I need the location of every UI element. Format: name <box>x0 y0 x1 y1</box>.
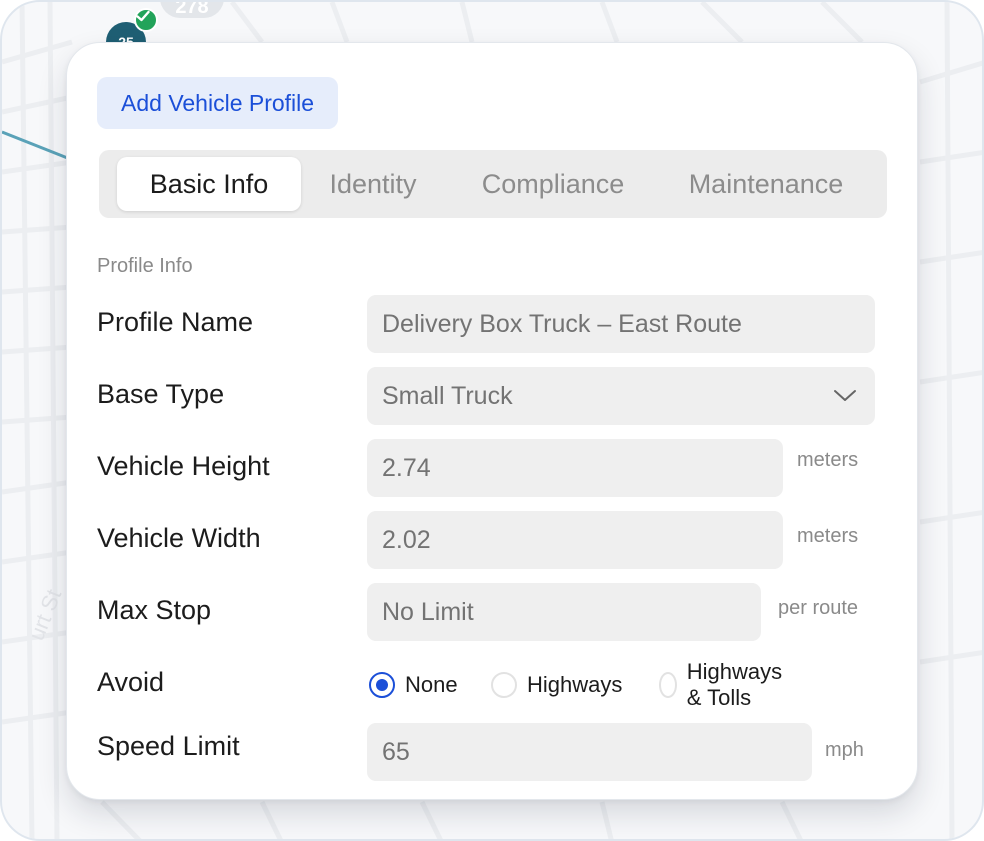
vehicle-profile-panel: Add Vehicle Profile Basic Info Identity … <box>66 42 918 800</box>
base-type-select[interactable]: Small Truck <box>367 367 875 425</box>
vehicle-height-label: Vehicle Height <box>97 451 270 481</box>
speed-limit-unit: mph <box>825 739 864 761</box>
panel-title: Add Vehicle Profile <box>97 77 339 129</box>
vehicle-height-unit: meters <box>797 449 859 471</box>
vehicle-width-input[interactable]: 2.02 <box>367 511 783 569</box>
radio-selected-icon <box>369 672 395 698</box>
max-stop-unit: per route <box>778 597 859 619</box>
speed-limit-input[interactable]: 65 <box>367 723 812 781</box>
tab-bar: Basic Info Identity Compliance Maintenan… <box>99 150 887 218</box>
speed-limit-label: Speed Limit <box>97 731 240 761</box>
vehicle-height-input[interactable]: 2.74 <box>367 439 783 497</box>
avoid-option-none[interactable]: None <box>369 669 458 701</box>
section-label: Profile Info <box>97 255 193 277</box>
tab-identity[interactable]: Identity <box>311 157 435 211</box>
check-icon <box>134 8 158 32</box>
radio-unselected-icon <box>659 672 677 698</box>
tab-basic-info[interactable]: Basic Info <box>117 157 301 211</box>
profile-name-label: Profile Name <box>97 307 254 337</box>
max-stop-input[interactable]: No Limit <box>367 583 761 641</box>
max-stop-label: Max Stop <box>97 595 212 625</box>
vehicle-width-unit: meters <box>797 525 859 547</box>
base-type-label: Base Type <box>97 379 225 409</box>
base-type-value: Small Truck <box>382 382 513 410</box>
vehicle-width-label: Vehicle Width <box>97 523 261 553</box>
tab-compliance[interactable]: Compliance <box>465 157 641 211</box>
tab-maintenance[interactable]: Maintenance <box>671 157 861 211</box>
chevron-down-icon <box>834 390 856 401</box>
avoid-label: Avoid <box>97 667 165 697</box>
avoid-option-highways[interactable]: Highways <box>491 669 622 701</box>
radio-unselected-icon <box>491 672 517 698</box>
route-line <box>2 130 71 161</box>
profile-name-input[interactable]: Delivery Box Truck – East Route <box>367 295 875 353</box>
avoid-option-highways-tolls[interactable]: Highways & Tolls <box>659 659 790 710</box>
